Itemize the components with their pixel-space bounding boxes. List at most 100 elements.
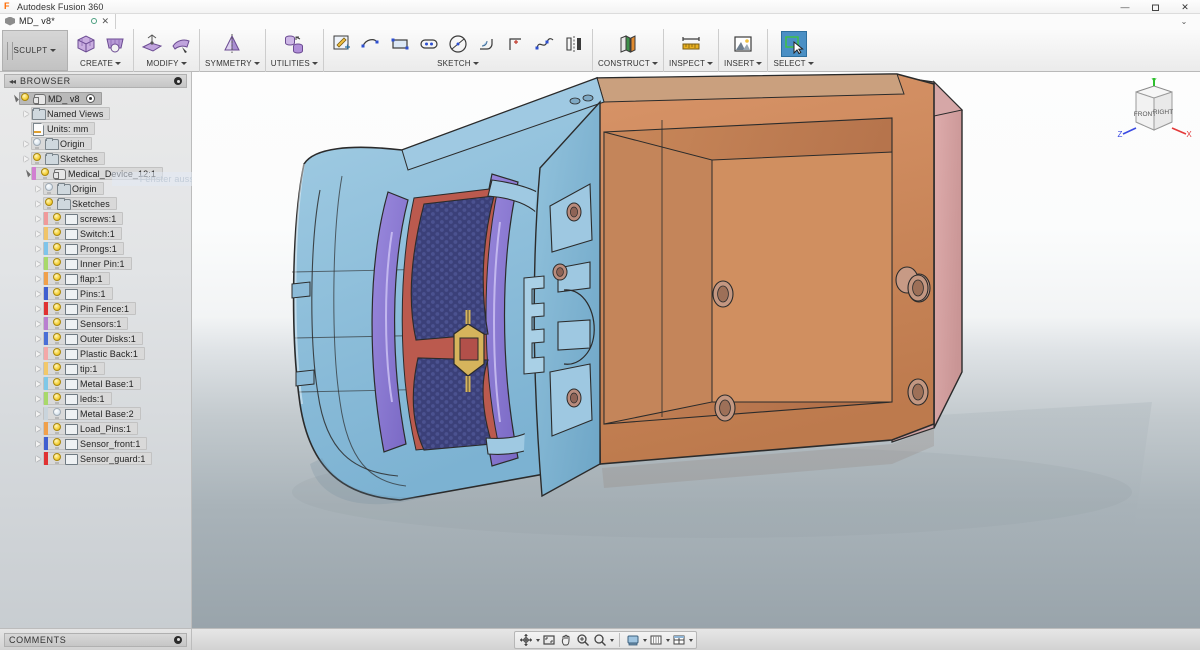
tree-node[interactable]: flap:1 <box>43 272 110 285</box>
collapse-icon[interactable]: ◂◂ <box>9 77 15 86</box>
tree-node[interactable]: Sketches <box>43 197 117 210</box>
tree-node[interactable]: Origin <box>31 137 92 150</box>
visibility-bulb-icon[interactable] <box>20 93 30 104</box>
display-dropdown-caret-icon[interactable] <box>643 639 647 642</box>
sketch-fillet-button[interactable] <box>474 31 500 57</box>
tree-node[interactable]: Sensor_guard:1 <box>43 452 152 465</box>
twisty-collapsed-icon[interactable] <box>34 331 43 346</box>
tree-row[interactable]: tip:1 <box>0 361 191 376</box>
grid-dropdown-caret-icon[interactable] <box>666 639 670 642</box>
tree-row[interactable]: Metal Base:2 <box>0 406 191 421</box>
grid-snap-button[interactable] <box>648 632 664 648</box>
close-button[interactable]: ✕ <box>1170 0 1200 14</box>
tree-row[interactable]: Pins:1 <box>0 286 191 301</box>
twisty-collapsed-icon[interactable] <box>34 241 43 256</box>
visibility-bulb-icon[interactable] <box>52 213 62 224</box>
visibility-bulb-icon[interactable] <box>52 348 62 359</box>
tree-row[interactable]: Origin <box>0 136 191 151</box>
tree-node-root[interactable]: MD_ v8 <box>19 92 102 105</box>
tree-row[interactable]: Sensor_front:1 <box>0 436 191 451</box>
modify-edit-form-button[interactable] <box>139 31 165 57</box>
ribbon-group-create-label[interactable]: CREATE <box>80 59 121 68</box>
twisty-collapsed-icon[interactable] <box>34 271 43 286</box>
twisty-collapsed-icon[interactable] <box>34 256 43 271</box>
tree-row[interactable]: Metal Base:1 <box>0 376 191 391</box>
zoom-button[interactable] <box>592 632 608 648</box>
twisty-collapsed-icon[interactable] <box>34 211 43 226</box>
tree-node[interactable]: Switch:1 <box>43 227 122 240</box>
sketch-rectangle-button[interactable] <box>387 31 413 57</box>
viewports-button[interactable] <box>671 632 687 648</box>
twisty-collapsed-icon[interactable] <box>34 286 43 301</box>
twisty-collapsed-icon[interactable] <box>34 421 43 436</box>
visibility-bulb-icon[interactable] <box>52 363 62 374</box>
visibility-bulb-icon[interactable] <box>52 378 62 389</box>
insert-image-button[interactable] <box>730 31 756 57</box>
ribbon-group-sketch-label[interactable]: SKETCH <box>437 59 479 68</box>
comments-header[interactable]: COMMENTS <box>4 633 187 647</box>
sketch-circle-button[interactable] <box>445 31 471 57</box>
twisty-collapsed-icon[interactable] <box>34 346 43 361</box>
tree-row[interactable]: leds:1 <box>0 391 191 406</box>
tree-row[interactable]: Outer Disks:1 <box>0 331 191 346</box>
twisty-collapsed-icon[interactable] <box>22 151 31 166</box>
tree-node[interactable]: Units: mm <box>31 122 95 135</box>
twisty-collapsed-icon[interactable] <box>34 316 43 331</box>
viewports-dropdown-caret-icon[interactable] <box>689 639 693 642</box>
tree-row[interactable]: flap:1 <box>0 271 191 286</box>
workspace-switcher[interactable]: SCULPT <box>2 30 68 71</box>
tree-node[interactable]: screws:1 <box>43 212 123 225</box>
tree-row[interactable]: Pin Fence:1 <box>0 301 191 316</box>
3d-canvas[interactable]: FRONT RIGHT Y X Z <box>192 72 1200 628</box>
orbit-dropdown-caret-icon[interactable] <box>536 639 540 642</box>
tree-row[interactable]: Sketches <box>0 196 191 211</box>
visibility-bulb-icon[interactable] <box>52 228 62 239</box>
visibility-bulb-icon[interactable] <box>52 453 62 464</box>
visibility-bulb-icon[interactable] <box>52 393 62 404</box>
select-tool-button[interactable] <box>781 31 807 57</box>
tree-row[interactable]: Units: mm <box>0 121 191 136</box>
tree-node[interactable]: Inner Pin:1 <box>43 257 132 270</box>
maximize-button[interactable] <box>1140 0 1170 14</box>
sketch-line-button[interactable] <box>358 31 384 57</box>
tree-node[interactable]: Origin <box>43 182 104 195</box>
visibility-bulb-icon[interactable] <box>52 318 62 329</box>
tree-row[interactable]: Load_Pins:1 <box>0 421 191 436</box>
minimize-button[interactable]: — <box>1110 0 1140 14</box>
visibility-bulb-icon[interactable] <box>40 168 50 179</box>
visibility-bulb-icon[interactable] <box>52 423 62 434</box>
visibility-bulb-icon[interactable] <box>52 408 62 419</box>
create-sketch-button[interactable] <box>329 31 355 57</box>
tree-node[interactable]: tip:1 <box>43 362 105 375</box>
sketch-slot-button[interactable] <box>416 31 442 57</box>
twisty-collapsed-icon[interactable] <box>34 406 43 421</box>
comments-options-icon[interactable] <box>174 636 182 644</box>
document-tab[interactable]: MD_ v8* ✕ <box>0 14 116 29</box>
visibility-bulb-icon[interactable] <box>52 243 62 254</box>
tree-row[interactable]: Prongs:1 <box>0 241 191 256</box>
visibility-bulb-icon[interactable] <box>44 183 54 194</box>
tree-node[interactable]: Sketches <box>31 152 105 165</box>
visibility-bulb-icon[interactable] <box>52 333 62 344</box>
symmetry-mirror-button[interactable] <box>219 31 245 57</box>
tree-node[interactable]: leds:1 <box>43 392 112 405</box>
tree-row[interactable]: Plastic Back:1 <box>0 346 191 361</box>
tree-row[interactable]: Switch:1 <box>0 226 191 241</box>
tree-node[interactable]: Sensors:1 <box>43 317 128 330</box>
view-cube[interactable]: FRONT RIGHT Y X Z <box>1116 76 1192 152</box>
tree-node[interactable]: Metal Base:2 <box>43 407 141 420</box>
twisty-expanded-icon[interactable] <box>22 166 31 181</box>
visibility-bulb-icon[interactable] <box>52 303 62 314</box>
create-form-button[interactable] <box>73 31 99 57</box>
ribbon-group-utilities-label[interactable]: UTILITIES <box>271 59 318 68</box>
tree-row-root[interactable]: MD_ v8 <box>0 91 191 106</box>
visibility-bulb-icon[interactable] <box>52 273 62 284</box>
tree-node[interactable]: Named Views <box>31 107 110 120</box>
ribbon-group-construct-label[interactable]: CONSTRUCT <box>598 59 658 68</box>
tree-node[interactable]: Outer Disks:1 <box>43 332 143 345</box>
twisty-collapsed-icon[interactable] <box>22 136 31 151</box>
modify-smooth-button[interactable] <box>168 31 194 57</box>
ribbon-group-select-label[interactable]: SELECT <box>773 59 813 68</box>
visibility-bulb-icon[interactable] <box>52 258 62 269</box>
tree-row[interactable]: Sketches <box>0 151 191 166</box>
